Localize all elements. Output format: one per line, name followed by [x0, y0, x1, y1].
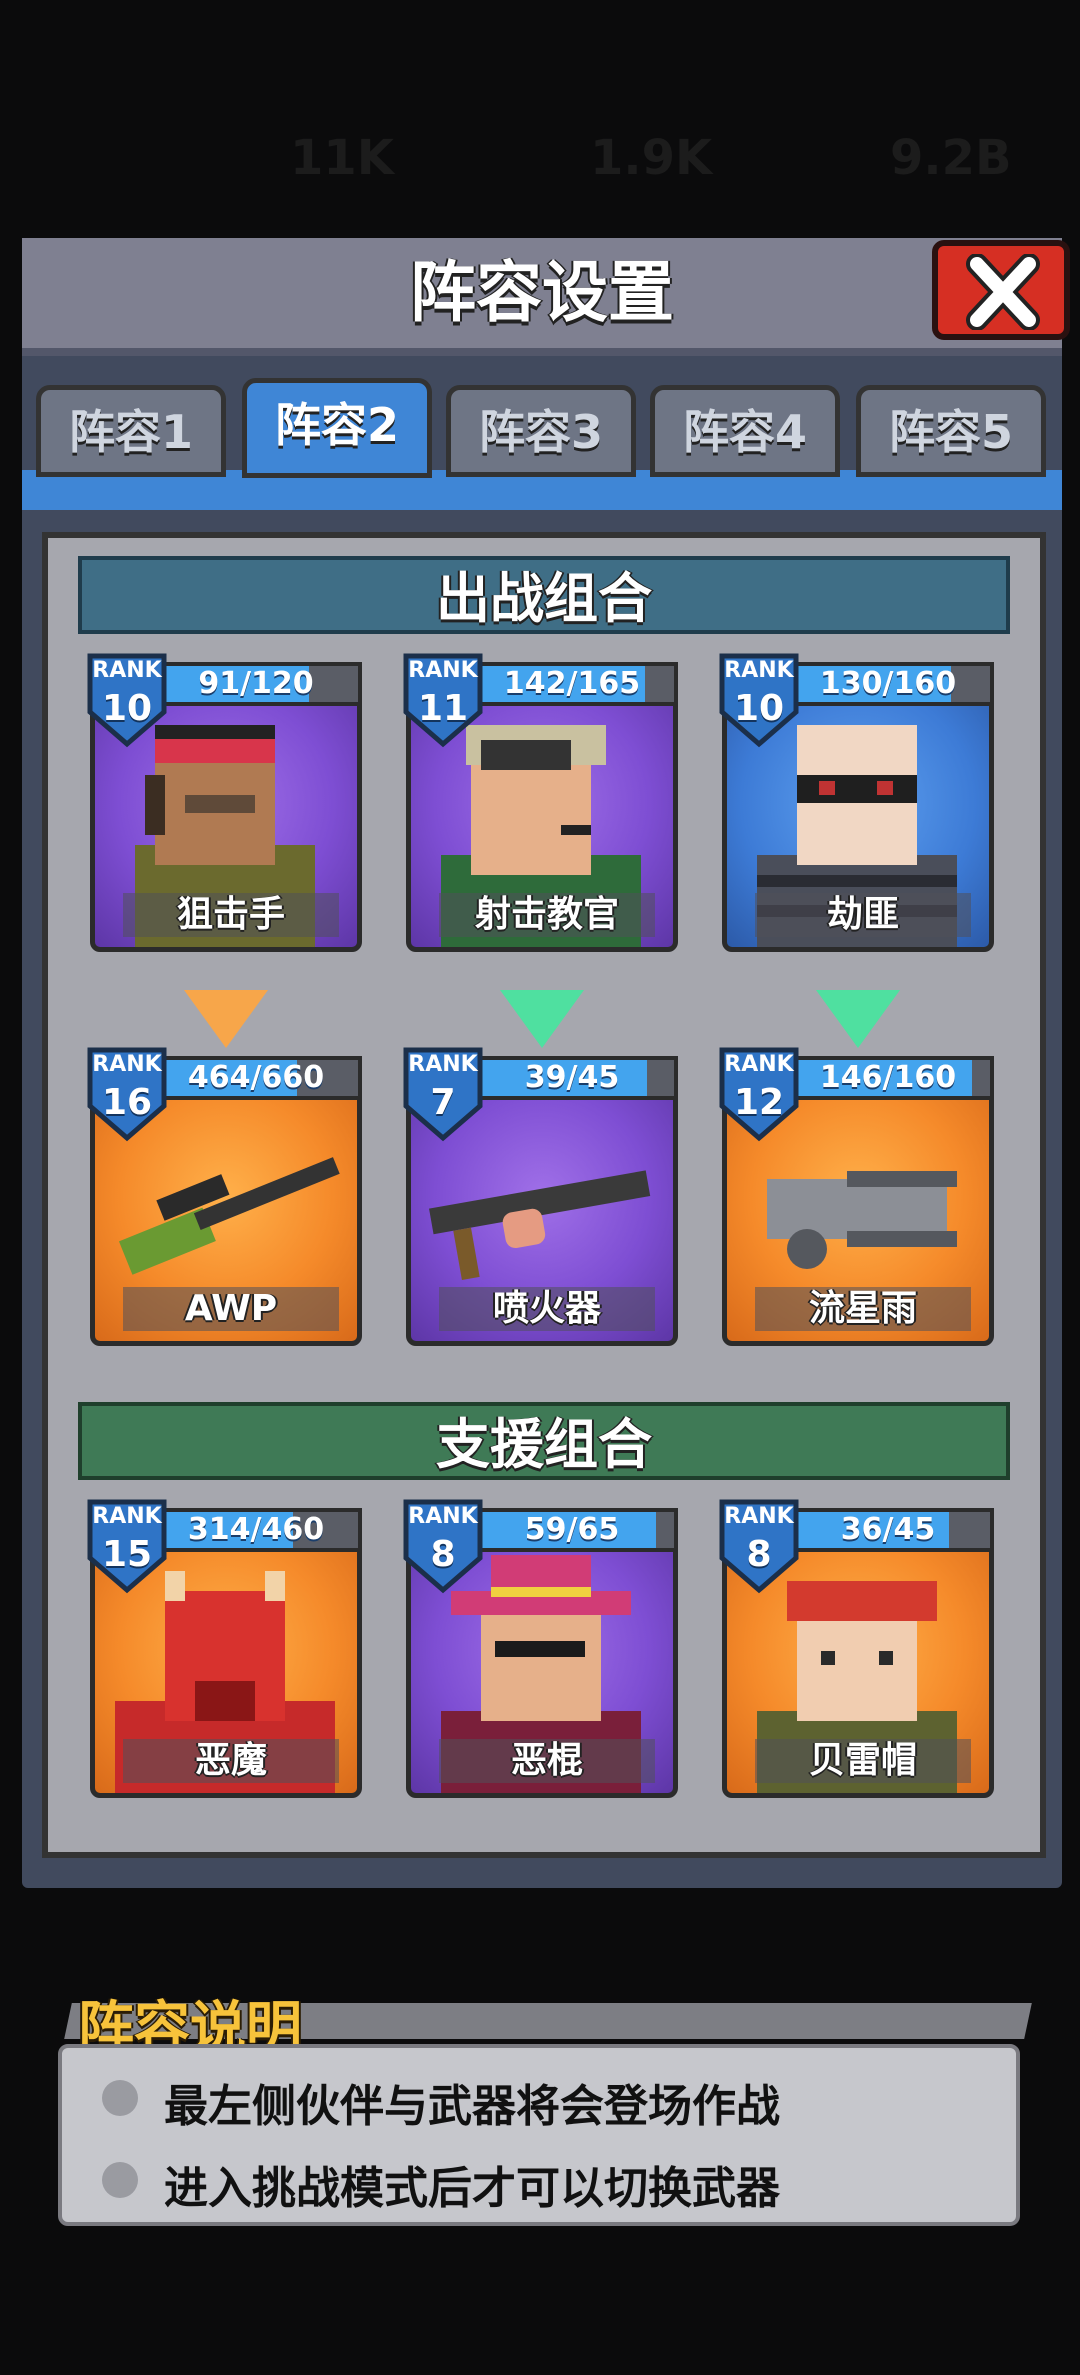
rank-label: RANK: [92, 658, 162, 683]
tab-lineup-1[interactable]: 阵容1: [36, 385, 226, 477]
resource-bar: 11K 1.9K 9.2B: [0, 80, 1080, 230]
tab-lineup-2[interactable]: 阵容2: [242, 378, 432, 478]
progress-text: 39/45: [524, 1060, 620, 1095]
rank-badge: RANK 15: [84, 1498, 170, 1594]
panel-title: 阵容设置: [410, 254, 674, 331]
rank-badge: RANK 11: [400, 652, 486, 748]
bullet-icon: [102, 2080, 138, 2116]
info-box: 最左侧伙伴与武器将会登场作战 进入挑战模式后才可以切换武器: [58, 2044, 1020, 2226]
resource-value-3: 9.2B: [890, 130, 1012, 186]
info-header: 阵容说明: [50, 1985, 1032, 2061]
partner-name: 狙击手: [123, 893, 339, 937]
close-icon: [966, 254, 1040, 330]
weapon-card-1[interactable]: AWP 464/660 RANK 16: [87, 1046, 362, 1346]
resource-value-1: 11K: [290, 130, 394, 186]
rank-number: 15: [101, 1534, 153, 1575]
rank-badge: RANK 8: [400, 1498, 486, 1594]
rank-label: RANK: [724, 658, 794, 683]
partner-name: 劫匪: [755, 893, 971, 937]
rank-label: RANK: [724, 1052, 794, 1077]
tab-lineup-3[interactable]: 阵容3: [446, 385, 636, 477]
info-line: 最左侧伙伴与武器将会登场作战: [102, 2066, 982, 2132]
partner-name: 贝雷帽: [755, 1739, 971, 1783]
rank-badge: RANK 10: [84, 652, 170, 748]
rank-label: RANK: [92, 1052, 162, 1077]
progress-text: 146/160: [819, 1060, 957, 1095]
progress-bar: 146/160: [782, 1056, 994, 1100]
rank-badge: RANK 12: [716, 1046, 802, 1142]
panel-header: 阵容设置: [22, 238, 1062, 356]
weapon-name: 喷火器: [439, 1287, 655, 1331]
rank-label: RANK: [408, 1504, 478, 1529]
battle-section-header: 出战组合: [78, 556, 1010, 634]
weapon-name: 流星雨: [755, 1287, 971, 1331]
support-card-1[interactable]: 恶魔 314/460 RANK 15: [87, 1498, 362, 1798]
support-section-header: 支援组合: [78, 1402, 1010, 1480]
rank-number: 12: [733, 1082, 785, 1123]
rank-number: 8: [430, 1534, 456, 1575]
rank-number: 11: [417, 688, 469, 729]
resource-value-2: 1.9K: [590, 130, 713, 186]
info-text: 最左侧伙伴与武器将会登场作战: [164, 2081, 780, 2132]
progress-bar: 59/65: [466, 1508, 678, 1552]
rank-number: 8: [746, 1534, 772, 1575]
upgrade-arrow-green-icon: [816, 990, 900, 1048]
progress-bar: 130/160: [782, 662, 994, 706]
progress-text: 59/65: [524, 1512, 620, 1547]
progress-text: 130/160: [819, 666, 957, 701]
partner-name: 射击教官: [439, 893, 655, 937]
weapon-name: AWP: [123, 1287, 339, 1331]
bullet-icon: [102, 2162, 138, 2198]
rank-badge: RANK 10: [716, 652, 802, 748]
progress-text: 91/120: [198, 666, 314, 701]
rank-number: 10: [733, 688, 785, 729]
rank-badge: RANK 16: [84, 1046, 170, 1142]
rank-number: 7: [430, 1082, 456, 1123]
progress-text: 142/165: [503, 666, 641, 701]
progress-bar: 142/165: [466, 662, 678, 706]
upgrade-arrow-green-icon: [500, 990, 584, 1048]
partner-name: 恶魔: [123, 1739, 339, 1783]
progress-text: 36/45: [840, 1512, 936, 1547]
partner-card-2[interactable]: 射击教官 142/165 RANK 11: [403, 652, 678, 952]
weapon-card-3[interactable]: 流星雨 146/160 RANK 12: [719, 1046, 994, 1346]
progress-bar: 314/460: [150, 1508, 362, 1552]
partner-card-1[interactable]: 狙击手 91/120 RANK 10: [87, 652, 362, 952]
tab-lineup-5[interactable]: 阵容5: [856, 385, 1046, 477]
rank-badge: RANK 7: [400, 1046, 486, 1142]
partner-card-3[interactable]: 劫匪 130/160 RANK 10: [719, 652, 994, 952]
support-card-2[interactable]: 恶棍 59/65 RANK 8: [403, 1498, 678, 1798]
progress-text: 464/660: [187, 1060, 325, 1095]
progress-bar: 464/660: [150, 1056, 362, 1100]
info-line: 进入挑战模式后才可以切换武器: [102, 2148, 982, 2214]
rank-label: RANK: [92, 1504, 162, 1529]
info-text: 进入挑战模式后才可以切换武器: [164, 2163, 780, 2214]
rank-label: RANK: [408, 1052, 478, 1077]
rank-badge: RANK 8: [716, 1498, 802, 1594]
rank-number: 16: [101, 1082, 153, 1123]
support-card-3[interactable]: 贝雷帽 36/45 RANK 8: [719, 1498, 994, 1798]
progress-bar: 36/45: [782, 1508, 994, 1552]
rank-number: 10: [101, 688, 153, 729]
progress-text: 314/460: [187, 1512, 325, 1547]
progress-bar: 39/45: [466, 1056, 678, 1100]
partner-name: 恶棍: [439, 1739, 655, 1783]
weapon-card-2[interactable]: 喷火器 39/45 RANK 7: [403, 1046, 678, 1346]
progress-bar: 91/120: [150, 662, 362, 706]
rank-label: RANK: [408, 658, 478, 683]
rank-label: RANK: [724, 1504, 794, 1529]
close-button[interactable]: [932, 240, 1070, 340]
upgrade-arrow-orange-icon: [184, 990, 268, 1048]
tab-lineup-4[interactable]: 阵容4: [650, 385, 840, 477]
